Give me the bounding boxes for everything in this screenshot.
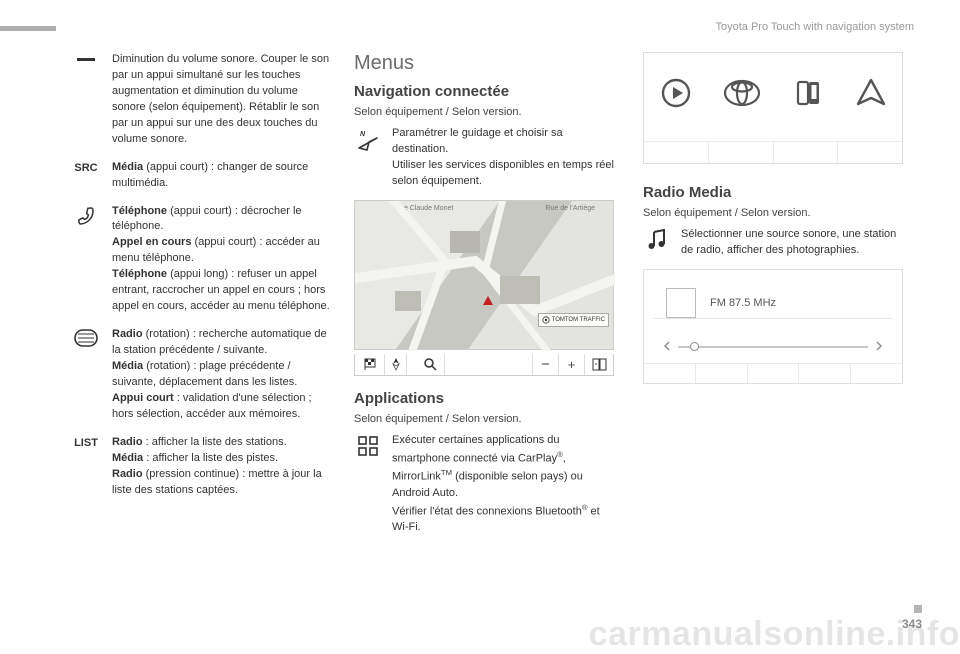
list-text: Radio : afficher la liste des stations. …	[112, 435, 330, 499]
content-columns: Diminution du volume sonore. Couper le s…	[0, 0, 960, 546]
row-volume-down: Diminution du volume sonore. Couper le s…	[70, 52, 330, 148]
phones-icon	[791, 76, 825, 113]
list-label: LIST	[74, 437, 98, 449]
row-dial: Radio (rotation) : recherche automatique…	[70, 327, 330, 423]
map-cursor-icon	[483, 296, 493, 305]
map-toolbar: − +	[354, 354, 614, 376]
map-north-button[interactable]	[385, 354, 407, 375]
minus-icon	[70, 52, 102, 148]
nav-heading: Navigation connectée	[354, 83, 619, 100]
map-zoom-in-button[interactable]: +	[559, 354, 585, 375]
row-src: SRC Média (appui court) : changer de sou…	[70, 160, 330, 192]
row-phone: Téléphone (appui court) : décrocher le t…	[70, 204, 330, 316]
watermark: carmanualsonline.info	[589, 615, 960, 654]
nav-arrow-icon: N	[354, 126, 382, 190]
tune-prev-icon[interactable]	[662, 340, 672, 354]
left-column: Diminution du volume sonore. Couper le s…	[70, 52, 330, 546]
apps-row: Exécuter certaines applications du smart…	[354, 433, 619, 537]
radio-heading: Radio Media	[643, 184, 908, 201]
row-list: LIST Radio : afficher la liste des stati…	[70, 435, 330, 499]
svg-text:N: N	[360, 131, 366, 138]
radio-text: Sélectionner une source sonore, une stat…	[681, 227, 908, 259]
tuner-thumb[interactable]	[690, 342, 699, 351]
right-column: Radio Media Selon équipement / Selon ver…	[643, 52, 908, 546]
tune-next-icon[interactable]	[874, 340, 884, 354]
dial-text: Radio (rotation) : recherche automatique…	[112, 327, 330, 423]
map-zoom-out-button[interactable]: −	[533, 354, 559, 375]
map-flag-button[interactable]	[355, 354, 385, 375]
music-note-icon	[643, 227, 671, 259]
dial-icon	[70, 327, 102, 423]
page-accent-bar	[0, 26, 56, 31]
radio-row: Sélectionner une source sonore, une stat…	[643, 227, 908, 259]
nav-app-icon	[854, 76, 888, 113]
album-art-placeholder	[666, 288, 696, 318]
side-marker	[914, 605, 922, 613]
phone-text: Téléphone (appui court) : décrocher le t…	[112, 204, 330, 316]
phone-icon	[70, 204, 102, 316]
tuner-track[interactable]	[678, 346, 868, 348]
radio-subtitle: Selon équipement / Selon version.	[643, 207, 908, 219]
nav-row: N Paramétrer le guidage et choisir sa de…	[354, 126, 619, 190]
menus-heading: Menus	[354, 52, 619, 75]
middle-column: Menus Navigation connectée Selon équipem…	[354, 52, 619, 546]
radio-panel: FM 87.5 MHz	[643, 269, 903, 384]
radio-frequency: FM 87.5 MHz	[710, 297, 776, 309]
play-app-icon	[659, 76, 693, 113]
apps-grid-icon	[354, 433, 382, 537]
tuner-slider[interactable]	[662, 340, 884, 354]
header-title: Toyota Pro Touch with navigation system	[715, 21, 914, 33]
src-text: Média (appui court) : changer de source …	[112, 160, 330, 192]
toyota-logo-icon	[722, 76, 762, 113]
nav-text: Paramétrer le guidage et choisir sa dest…	[392, 126, 619, 190]
src-label: SRC	[74, 162, 97, 174]
tomtom-badge: TOMTOM TRAFFIC	[538, 313, 609, 327]
nav-subtitle: Selon équipement / Selon version.	[354, 106, 619, 118]
radio-panel-tabs	[644, 363, 902, 383]
volume-text: Diminution du volume sonore. Couper le s…	[112, 52, 330, 148]
map-preview: Rue Claude Monet Rue de l'Artiège TOMTOM…	[354, 200, 614, 350]
map-search-button[interactable]	[417, 354, 445, 375]
apps-subtitle: Selon équipement / Selon version.	[354, 413, 619, 425]
map-roads	[355, 201, 615, 351]
home-panel-tabs	[644, 141, 902, 163]
apps-text: Exécuter certaines applications du smart…	[392, 433, 619, 537]
map-layers-button[interactable]	[585, 354, 613, 375]
apps-heading: Applications	[354, 390, 619, 407]
home-icons-panel	[643, 52, 903, 164]
